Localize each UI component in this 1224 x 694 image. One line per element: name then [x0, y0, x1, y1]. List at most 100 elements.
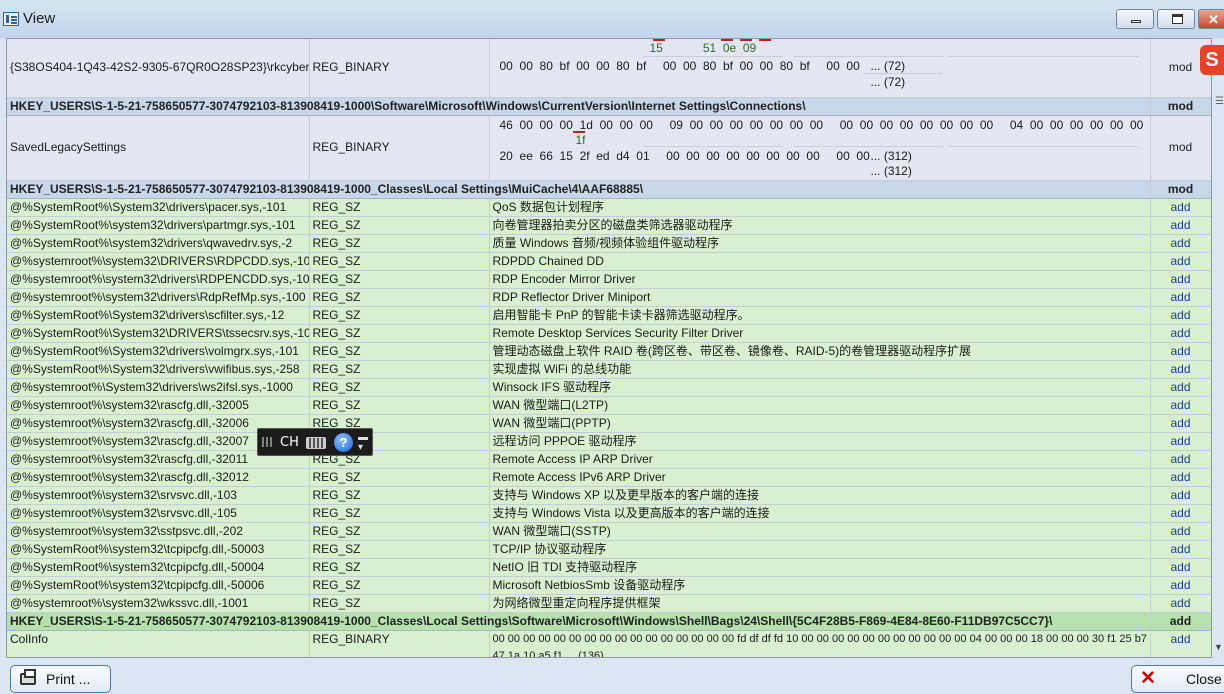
change-action: add	[1150, 270, 1211, 289]
divider	[792, 145, 943, 147]
close-button-label: Close	[1186, 671, 1222, 687]
divider	[642, 56, 783, 57]
change-action: add	[1150, 504, 1211, 523]
table-body: {S38OS404-1Q43-42S2-9305-67QR0O28SP23}\r…	[7, 39, 1211, 657]
minimize-button[interactable]	[1116, 9, 1154, 29]
window-close-button[interactable]: ✕	[1198, 9, 1224, 29]
value-data: Microsoft NetbiosSmb 设备驱动程序	[489, 576, 1151, 595]
table-row[interactable]: @%systemroot%\System32\drivers\ws2ifsl.s…	[7, 378, 1211, 397]
table-row[interactable]: SavedLegacySettings REG_BINARY 46 00 00 00…	[7, 115, 1211, 181]
vertical-scrollbar[interactable]: ☰ ▼	[1212, 38, 1224, 658]
value-type: REG_SZ	[309, 360, 490, 379]
table-row[interactable]: @%systemroot%\system32\wkssvc.dll,-1001 R…	[7, 594, 1211, 613]
value-data: 质量 Windows 音频/视频体验组件驱动程序	[489, 234, 1151, 253]
value-name: @%SystemRoot%\System32\drivers\volmgrx.s…	[7, 342, 310, 361]
hex-line: 46 00 00 00 1d 00 00 00 09 00 00 00 00 0…	[499, 117, 1150, 132]
changed-marker	[720, 39, 733, 41]
maximize-button[interactable]	[1157, 9, 1195, 29]
printer-icon	[20, 669, 36, 685]
table-row[interactable]: @%SystemRoot%\System32\drivers\volmgrx.s…	[7, 342, 1211, 361]
ime-toolbar[interactable]: CH ? ▬ ▾	[257, 428, 373, 456]
table-row[interactable]: @%SystemRoot%\system32\tcpipcfg.dll,-500…	[7, 540, 1211, 559]
value-type: REG_SZ	[309, 396, 490, 415]
table-row[interactable]: @%systemroot%\system32\rascfg.dll,-32012…	[7, 468, 1211, 487]
value-name: @%SystemRoot%\system32\drivers\qwavedrv.…	[7, 234, 310, 253]
value-type: REG_SZ	[309, 342, 490, 361]
table-row[interactable]: @%systemroot%\system32\srvsvc.dll,-105 RE…	[7, 504, 1211, 523]
ime-drag-handle-icon[interactable]	[262, 437, 272, 447]
table-row[interactable]: @%systemroot%\system32\rascfg.dll,-32005…	[7, 396, 1211, 415]
change-action: add	[1150, 396, 1211, 415]
table-row[interactable]: @%SystemRoot%\System32\DRIVERS\tssecsrv.…	[7, 324, 1211, 343]
hex-change-line: 1f	[575, 132, 586, 147]
ime-language-toggle[interactable]: CH	[280, 435, 299, 450]
table-row[interactable]: @%systemroot%\system32\srvsvc.dll,-103 RE…	[7, 486, 1211, 505]
value-data: Remote Desktop Services Security Filter …	[489, 324, 1151, 343]
table-row[interactable]: @%systemroot%\system32\drivers\RdpRefMp.…	[7, 288, 1211, 307]
minimize-icon	[1131, 20, 1141, 23]
divider	[792, 56, 943, 57]
value-type: REG_SZ	[309, 504, 490, 523]
change-action: add	[1150, 342, 1211, 361]
value-name: @%SystemRoot%\System32\drivers\pacer.sys…	[7, 198, 310, 217]
change-action: add	[1150, 198, 1211, 217]
print-button-label: Print ...	[46, 671, 91, 687]
value-type: REG_BINARY	[309, 115, 490, 181]
help-icon[interactable]: ?	[334, 433, 353, 452]
table-row[interactable]: HKEY_USERS\S-1-5-21-758650577-3074792103…	[7, 612, 1211, 631]
table-row[interactable]: @%systemroot%\system32\rascfg.dll,-32011…	[7, 450, 1211, 469]
value-type: REG_SZ	[309, 252, 490, 271]
value-type: REG_SZ	[309, 522, 490, 541]
close-x-icon: ✕	[1140, 668, 1156, 689]
table-row[interactable]: @%systemroot%\system32\sstpsvc.dll,-202 R…	[7, 522, 1211, 541]
changed-marker	[739, 39, 752, 41]
divider	[947, 145, 1138, 147]
value-name: @%SystemRoot%\system32\tcpipcfg.dll,-500…	[7, 576, 310, 595]
value-data: 支持与 Windows XP 以及更早版本的客户端的连接	[489, 486, 1151, 505]
scroll-down-icon[interactable]: ▼	[1214, 642, 1223, 652]
table-row[interactable]: ColInfo REG_BINARY 00 00 00 00 00 00 00 00…	[7, 630, 1211, 657]
value-data: WAN 微型端口(PPTP)	[489, 414, 1151, 433]
change-action: mod	[1150, 97, 1211, 116]
change-action: add	[1150, 522, 1211, 541]
close-button[interactable]: ✕ Close	[1131, 665, 1224, 693]
value-data: 远程访问 PPPOE 驱动程序	[489, 432, 1151, 451]
bottom-bar: Print ... ✕ Close	[0, 658, 1224, 694]
value-data: 启用智能卡 PnP 的智能卡读卡器筛选驱动程序。	[489, 306, 1151, 325]
table-row[interactable]: @%systemroot%\system32\drivers\RDPENCDD.…	[7, 270, 1211, 289]
table-row[interactable]: @%SystemRoot%\system32\tcpipcfg.dll,-500…	[7, 558, 1211, 577]
table-row[interactable]: @%systemroot%\system32\DRIVERS\RDPCDD.sy…	[7, 252, 1211, 271]
table-row[interactable]: @%SystemRoot%\System32\drivers\scfilter.…	[7, 306, 1211, 325]
table-row[interactable]: @%SystemRoot%\system32\drivers\qwavedrv.…	[7, 234, 1211, 253]
print-button[interactable]: Print ...	[10, 665, 111, 693]
ime-options-icon[interactable]: ▬ ▾	[358, 433, 368, 453]
change-action: add	[1150, 360, 1211, 379]
value-type: REG_SZ	[309, 468, 490, 487]
value-type: REG_SZ	[309, 270, 490, 289]
table-row[interactable]: HKEY_USERS\S-1-5-21-758650577-3074792103…	[7, 180, 1211, 199]
change-action: add	[1150, 576, 1211, 595]
table-row[interactable]: @%SystemRoot%\system32\drivers\partmgr.s…	[7, 216, 1211, 235]
value-data-line: 00 00 00 00 00 00 00 00 00 00 00 00 00 0…	[492, 632, 1150, 645]
value-type: REG_SZ	[309, 216, 490, 235]
registry-diff-view[interactable]: {S38OS404-1Q43-42S2-9305-67QR0O28SP23}\r…	[6, 38, 1212, 658]
scroll-grip-icon: ☰	[1215, 96, 1224, 107]
table-row[interactable]: @%SystemRoot%\system32\tcpipcfg.dll,-500…	[7, 576, 1211, 595]
value-type: REG_SZ	[309, 558, 490, 577]
divider	[947, 56, 1138, 57]
registry-key-path: HKEY_USERS\S-1-5-21-758650577-3074792103…	[7, 97, 1151, 116]
table-row[interactable]: @%SystemRoot%\System32\drivers\pacer.sys…	[7, 198, 1211, 217]
value-name: {S38OS404-1Q43-42S2-9305-67QR0O28SP23}\r…	[7, 39, 310, 98]
keyboard-icon[interactable]	[306, 437, 326, 449]
table-row[interactable]: @%systemroot%\system32\rascfg.dll,-32007…	[7, 432, 1211, 451]
table-row[interactable]: HKEY_USERS\S-1-5-21-758650577-3074792103…	[7, 97, 1211, 116]
table-row[interactable]: @%SystemRoot%\System32\drivers\vwifibus.…	[7, 360, 1211, 379]
table-row[interactable]: {S38OS404-1Q43-42S2-9305-67QR0O28SP23}\r…	[7, 39, 1211, 98]
value-name: @%systemroot%\system32\srvsvc.dll,-103	[7, 486, 310, 505]
table-row[interactable]: @%systemroot%\system32\rascfg.dll,-32006…	[7, 414, 1211, 433]
value-type: REG_SZ	[309, 234, 490, 253]
hex-change-line: 15 51 0e 09	[649, 41, 757, 55]
value-data: 为网络微型重定向程序提供框架	[489, 594, 1151, 613]
value-data: 46 00 00 00 1d 00 00 00 09 00 00 00 00 0…	[489, 115, 1151, 181]
value-data: 支持与 Windows Vista 以及更高版本的客户端的连接	[489, 504, 1151, 523]
